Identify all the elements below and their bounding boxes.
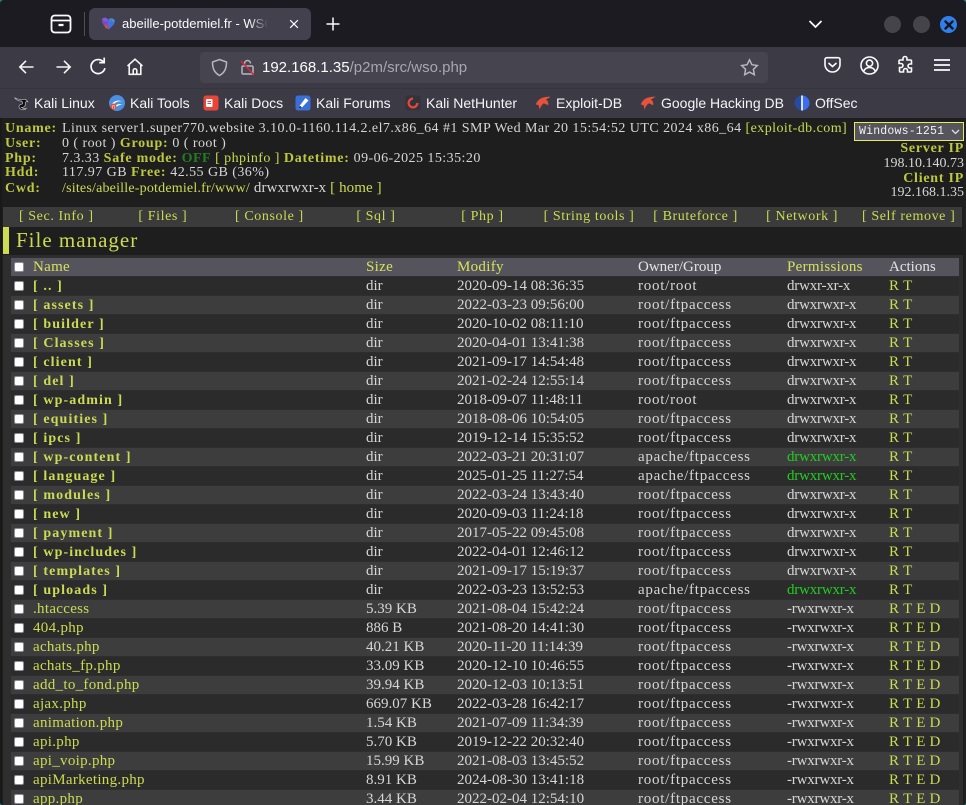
svg-text:π: π (112, 104, 116, 110)
